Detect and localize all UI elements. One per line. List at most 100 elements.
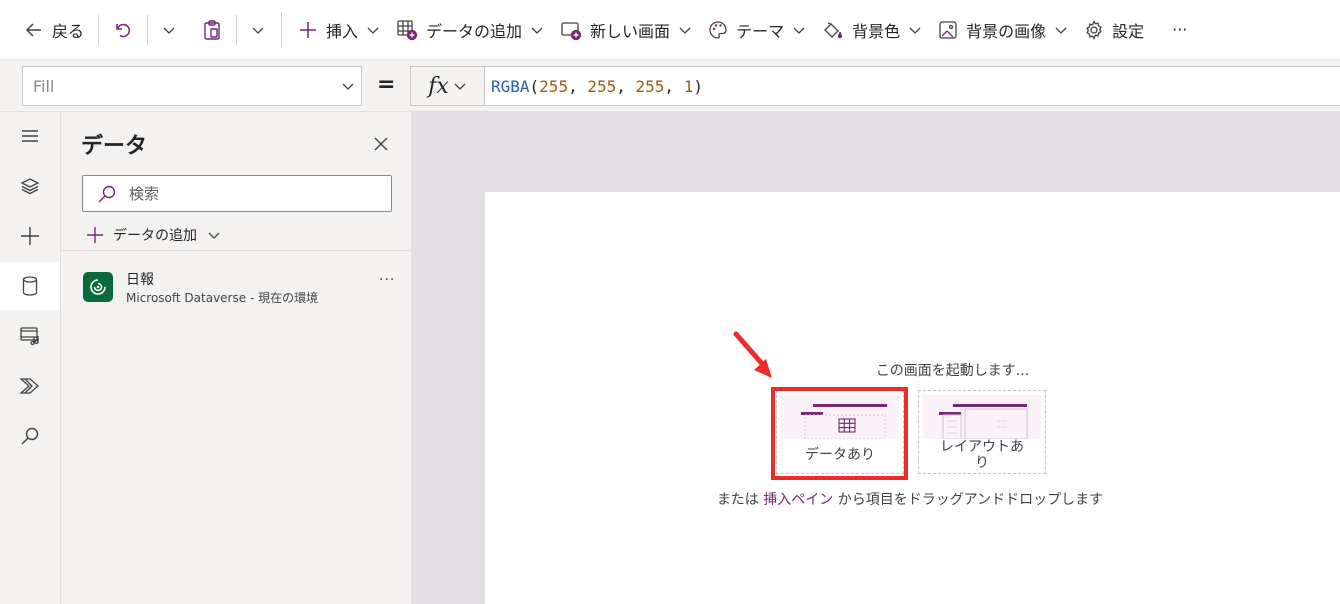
formula-arg-b: 255 <box>635 76 665 96</box>
gear-icon <box>1086 19 1102 40</box>
start-prompt-text: この画面を起動します... <box>875 363 1030 379</box>
equals-sign: = <box>377 72 396 97</box>
search-input[interactable] <box>129 184 369 203</box>
insert-button[interactable]: 挿入 <box>290 10 388 50</box>
new-screen-label: 新しい画面 <box>590 21 671 41</box>
rail-tree-view-button[interactable] <box>0 162 60 210</box>
palette-icon <box>709 20 727 39</box>
add-data-label: データの追加 <box>426 21 523 41</box>
power-automate-icon <box>19 378 39 394</box>
new-screen-button[interactable]: 新しい画面 <box>552 10 700 50</box>
dataverse-icon <box>83 272 113 302</box>
left-rail <box>0 112 61 604</box>
formula-arg-r: 255 <box>539 76 569 96</box>
undo-button[interactable] <box>105 10 141 50</box>
label-line: レイアウトあ <box>940 439 1024 455</box>
add-data-button[interactable]: データの追加 <box>85 222 221 248</box>
plus-icon <box>87 227 103 243</box>
divider <box>61 250 411 251</box>
chevron-down-icon <box>1055 27 1067 34</box>
settings-button[interactable]: 設定 <box>1076 10 1152 50</box>
formula-paren-open: ( <box>529 76 540 96</box>
formula-separator: , <box>616 76 636 96</box>
panel-title: データ <box>81 134 148 159</box>
search-box <box>82 175 392 212</box>
separator <box>236 14 238 45</box>
chevron-down-icon <box>531 27 543 34</box>
command-bar: 戻る 挿入 データの追加 新しい画面 テーマ 背景色 背景の画像 設定 ··· <box>0 0 1340 60</box>
chevron-down-icon <box>208 232 220 239</box>
rail-menu-button[interactable] <box>0 112 60 160</box>
image-icon <box>939 20 957 39</box>
data-source-more-button[interactable]: ··· <box>379 272 395 288</box>
chevron-down-icon <box>342 83 354 90</box>
formula-bar: Fill = fx RGBA(255, 255, 255, 1) <box>0 60 1340 112</box>
background-image-button[interactable]: 背景の画像 <box>930 10 1076 50</box>
background-color-label: 背景色 <box>852 21 901 41</box>
settings-label: 設定 <box>1112 21 1145 41</box>
back-button[interactable]: 戻る <box>16 10 92 50</box>
formula-separator: , <box>568 76 588 96</box>
arrow-left-icon <box>25 22 41 37</box>
power-apps-studio: 戻る 挿入 データの追加 新しい画面 テーマ 背景色 背景の画像 設定 ··· … <box>0 0 1340 604</box>
theme-label: テーマ <box>736 21 785 41</box>
rail-media-button[interactable] <box>0 312 60 360</box>
chevron-down-icon <box>367 27 379 34</box>
panel-close-button[interactable] <box>369 132 393 156</box>
insert-pane-link[interactable]: 挿入ペイン <box>763 492 833 508</box>
formula-arg-g: 255 <box>587 76 617 96</box>
theme-button[interactable]: テーマ <box>700 10 814 50</box>
paste-button[interactable] <box>194 10 230 50</box>
formula-function: RGBA <box>491 76 530 96</box>
highlight-box <box>771 387 908 480</box>
rail-search-button[interactable] <box>0 412 60 460</box>
data-source-name: 日報 <box>126 272 154 288</box>
data-source-item[interactable]: 日報 Microsoft Dataverse - 現在の環境 ··· <box>61 262 411 314</box>
more-label: ··· <box>1172 20 1188 39</box>
paint-bucket-icon <box>824 21 843 38</box>
formula-input[interactable]: RGBA(255, 255, 255, 1) <box>484 66 1340 106</box>
add-data-label: データの追加 <box>113 228 197 244</box>
with-layout-card-label: レイアウトあ り <box>919 439 1045 471</box>
plus-icon <box>300 21 317 38</box>
close-icon <box>374 137 388 151</box>
data-panel: データ データの追加 日報 Microsoft Dataverse - 現在の環… <box>61 112 412 604</box>
search-icon <box>98 185 116 202</box>
property-value: Fill <box>33 76 55 96</box>
more-commands-button[interactable]: ··· <box>1164 10 1195 50</box>
paste-dropdown-button[interactable] <box>243 10 273 50</box>
undo-icon <box>116 23 131 37</box>
rail-power-automate-button[interactable] <box>0 362 60 410</box>
arrow-annotation-icon <box>733 331 772 378</box>
menu-icon <box>22 130 38 142</box>
chevron-down-icon <box>454 83 466 90</box>
media-icon <box>20 327 39 346</box>
add-data-button[interactable]: データの追加 <box>388 10 552 50</box>
data-source-subtitle: Microsoft Dataverse - 現在の環境 <box>126 291 319 305</box>
insert-label: 挿入 <box>326 21 359 41</box>
chevron-down-icon <box>679 27 691 34</box>
layout-thumbnail <box>939 404 1028 440</box>
drag-drop-hint: または 挿入ペイン から項目をドラッグアンドドロップします <box>412 489 1340 509</box>
undo-dropdown-button[interactable] <box>154 10 184 50</box>
function-button[interactable]: fx <box>410 66 484 106</box>
back-label: 戻る <box>52 21 85 41</box>
property-dropdown[interactable]: Fill <box>22 66 362 106</box>
separator <box>98 14 100 45</box>
start-prompt: この画面を起動します... <box>485 360 1340 380</box>
background-color-button[interactable]: 背景色 <box>814 10 930 50</box>
search-icon <box>21 427 39 445</box>
formula-separator: , <box>664 76 684 96</box>
rail-insert-button[interactable] <box>0 212 60 260</box>
formula-paren-close: ) <box>693 76 703 96</box>
app-screen[interactable] <box>485 192 1340 604</box>
plus-icon <box>21 227 39 245</box>
chevron-down-icon <box>793 27 805 34</box>
chevron-down-icon <box>163 27 175 34</box>
chevron-down-icon <box>252 27 264 34</box>
with-layout-card[interactable]: レイアウトあ り <box>918 390 1046 474</box>
chevron-down-icon <box>909 27 921 34</box>
rail-data-button[interactable] <box>0 262 60 310</box>
label-line: り <box>975 455 989 471</box>
table-add-icon <box>397 19 418 40</box>
